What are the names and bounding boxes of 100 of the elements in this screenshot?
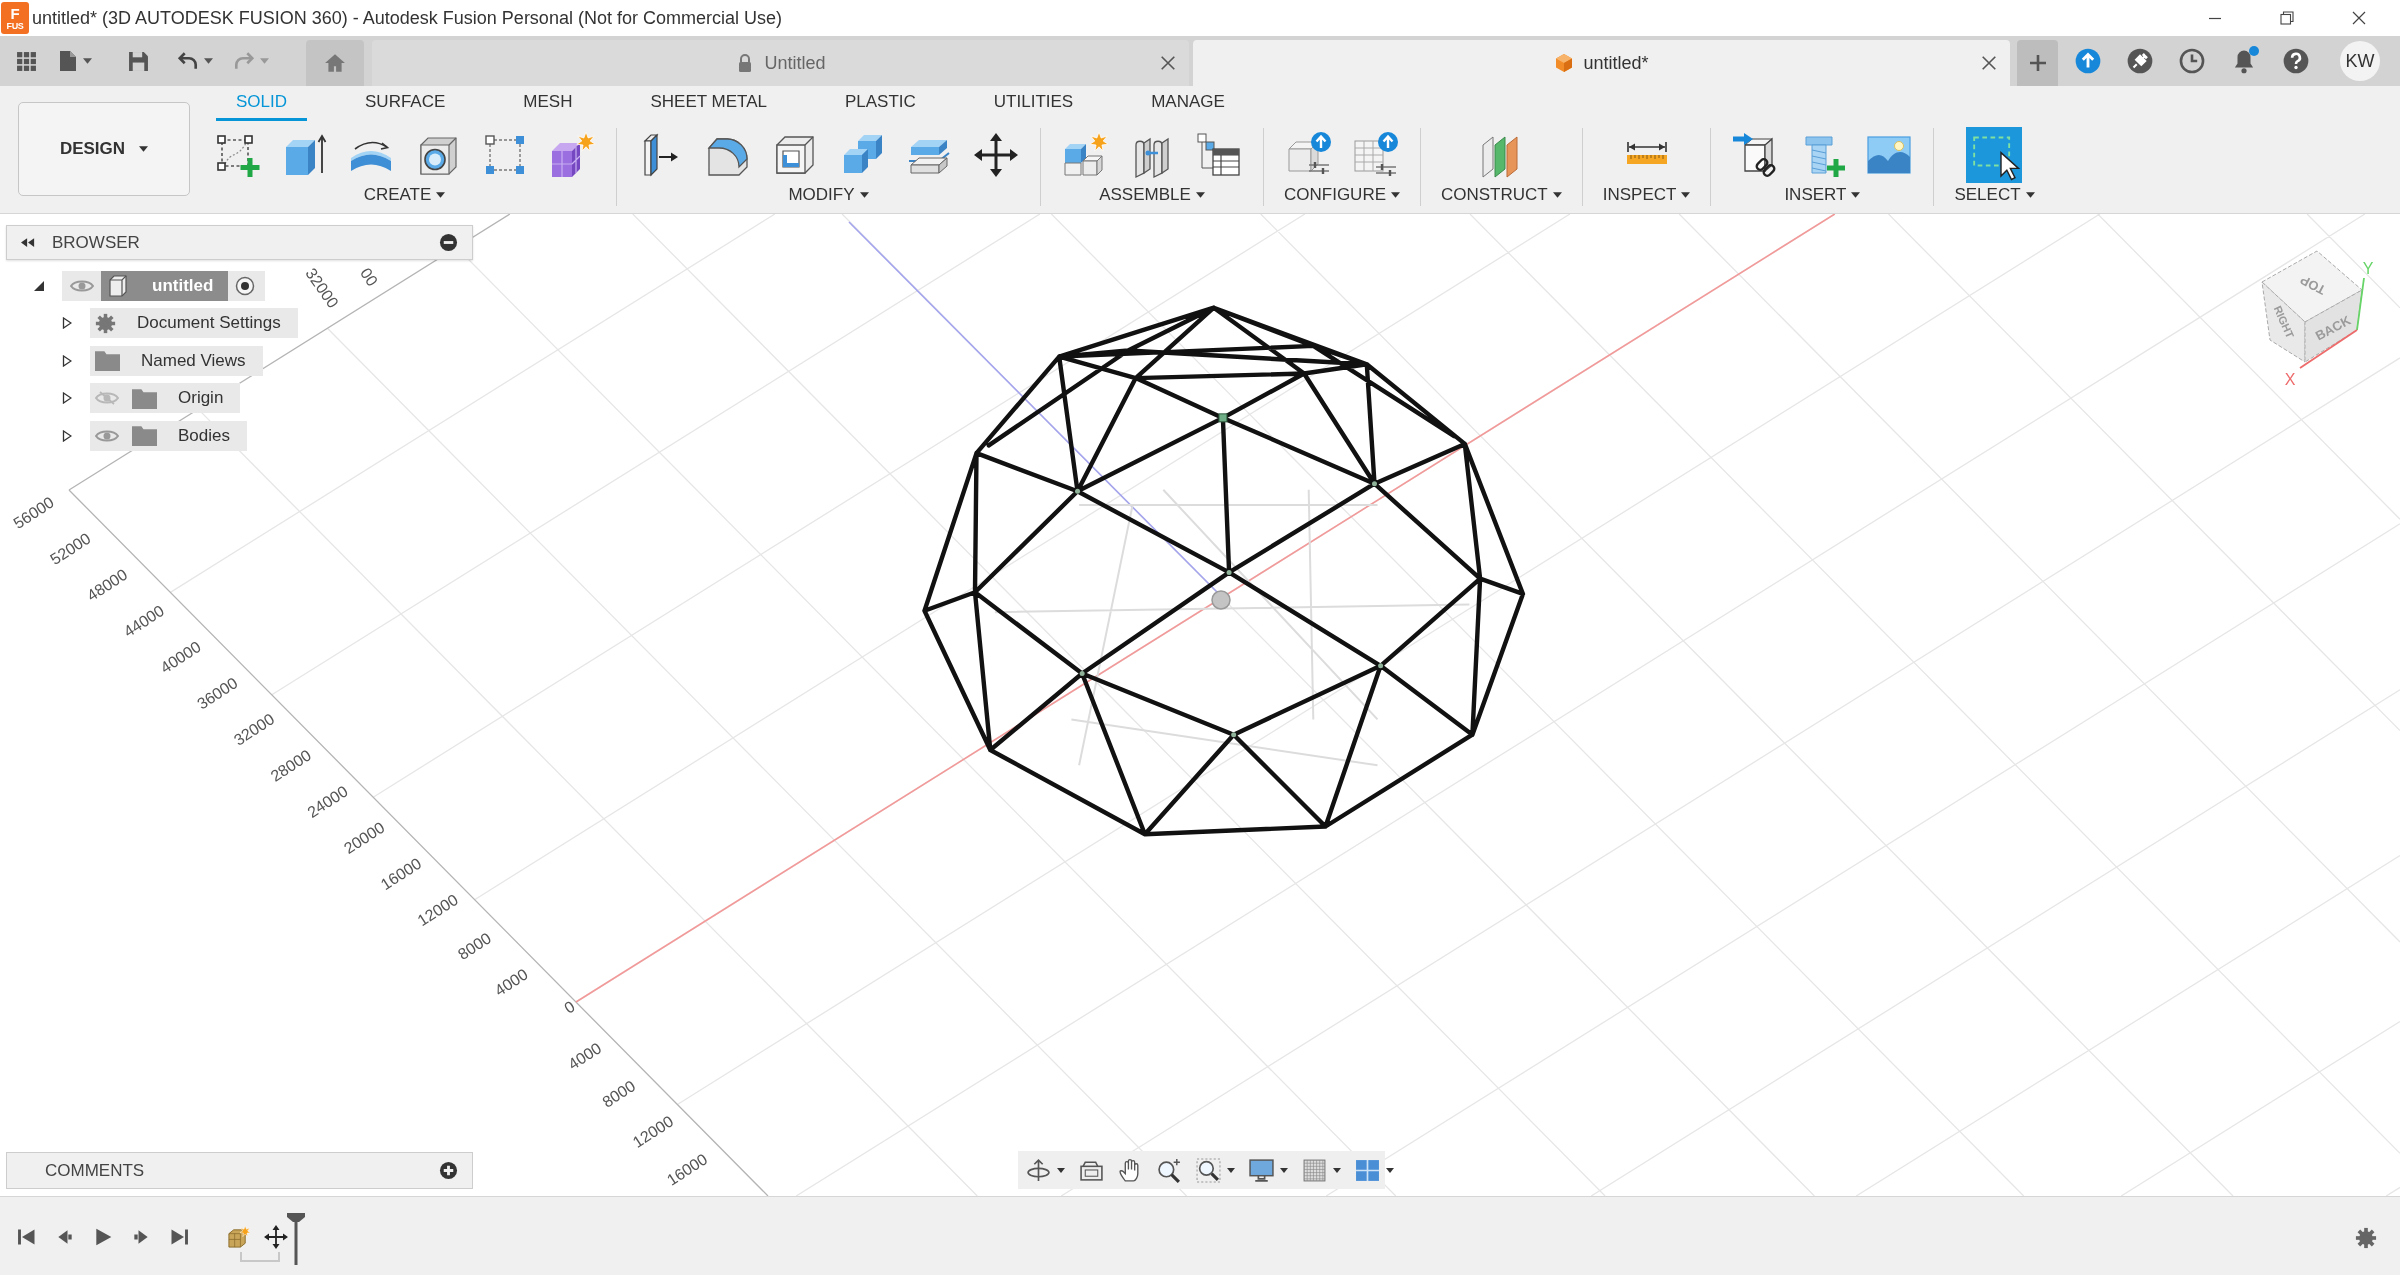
caret-icon — [1195, 192, 1205, 198]
caret-icon[interactable] — [1333, 1167, 1341, 1173]
tree-item[interactable]: Bodies — [90, 420, 247, 451]
bracket-icon — [240, 1252, 280, 1263]
axis-label: X — [2284, 370, 2296, 388]
grid-label: 00 — [356, 264, 382, 290]
toolbar-tab[interactable]: PLASTIC — [824, 86, 936, 121]
caret-icon — [436, 192, 446, 198]
caret-icon[interactable] — [1227, 1167, 1235, 1173]
user-avatar[interactable]: KW — [2340, 41, 2380, 81]
viewport-layout-icon[interactable] — [1355, 1157, 1380, 1183]
tool-group-menu[interactable]: INSERT — [1784, 184, 1861, 206]
cube-face-label: TOP — [2297, 272, 2329, 298]
caret-icon[interactable] — [1280, 1167, 1288, 1173]
tool-group-menu[interactable]: INSPECT — [1602, 184, 1691, 206]
tree-arrow-icon[interactable] — [62, 317, 72, 330]
caret-icon — [1391, 192, 1400, 198]
tree-arrow-icon[interactable] — [34, 280, 44, 292]
tree-arrow-icon[interactable] — [62, 354, 72, 367]
tree-item[interactable]: Document Settings — [90, 308, 298, 339]
zoom-window-icon[interactable] — [1196, 1157, 1221, 1183]
plug-icon[interactable] — [2127, 48, 2153, 74]
logo-letter: F — [10, 5, 20, 21]
monitor-icon[interactable] — [1249, 1157, 1274, 1183]
folder-icon — [132, 387, 157, 409]
home-tab[interactable] — [306, 40, 364, 86]
skip-end-icon[interactable] — [169, 1227, 189, 1247]
settings-icon[interactable] — [2355, 1227, 2377, 1249]
toolbar-tab[interactable]: MANAGE — [1131, 86, 1245, 121]
plus-icon — [2027, 53, 2048, 73]
tree-arrow-icon[interactable] — [62, 392, 72, 405]
move-icon[interactable] — [264, 1225, 288, 1249]
caret-icon — [2025, 192, 2035, 198]
close-icon[interactable] — [2351, 10, 2367, 26]
tool-group-menu[interactable]: MODIFY — [788, 184, 869, 206]
cube-sparkle-icon[interactable] — [227, 1225, 250, 1249]
play-icon[interactable] — [93, 1227, 113, 1247]
select-cursor-icon[interactable] — [1966, 127, 2023, 183]
folder-icon — [95, 350, 120, 372]
table-grid-icon[interactable] — [1195, 131, 1243, 179]
home-icon — [324, 52, 346, 74]
document-tab[interactable]: untitled* — [1193, 40, 2010, 86]
caret-icon — [1681, 192, 1691, 198]
table-upload-icon[interactable] — [1351, 131, 1400, 179]
new-tab-button[interactable] — [2017, 40, 2058, 86]
tool-group-menu[interactable]: CONSTRUCT — [1441, 184, 1562, 206]
caret-icon — [139, 146, 149, 152]
toolbar-tab[interactable]: UTILITIES — [973, 86, 1094, 121]
caret-icon — [859, 192, 869, 198]
cubes-sparkle-icon[interactable] — [1061, 131, 1109, 179]
caret-icon — [1851, 192, 1861, 198]
caret-icon[interactable] — [1057, 1167, 1065, 1173]
close-icon[interactable] — [1980, 54, 1998, 72]
toolbar-tab[interactable]: MESH — [503, 86, 593, 121]
clock-icon[interactable] — [2179, 48, 2205, 74]
axis-label: Y — [2362, 259, 2374, 277]
toolbar-tab[interactable]: SHEET METAL — [630, 86, 787, 121]
component-cube-icon — [108, 275, 128, 297]
timeline-marker-icon[interactable] — [287, 1213, 305, 1265]
collapse-icon[interactable] — [21, 238, 35, 247]
workspace-menu-button[interactable]: DESIGN — [18, 102, 190, 196]
zoom-in-icon[interactable] — [1157, 1157, 1182, 1183]
minus-circle-icon[interactable] — [439, 233, 458, 252]
file-icon[interactable] — [59, 50, 77, 72]
upload-icon[interactable] — [2075, 48, 2101, 74]
folder-icon — [132, 425, 157, 447]
caret-icon[interactable] — [1386, 1167, 1394, 1173]
panel-title: BROWSER — [52, 232, 140, 253]
orbit-icon[interactable] — [1026, 1157, 1051, 1183]
tool-group-menu[interactable]: ASSEMBLE — [1099, 184, 1205, 206]
caret-icon — [1552, 192, 1562, 198]
window-title: untitled* (3D AUTODESK FUSION 360) - Autodesk Fusion Personal (Not for Commercial Use) — [32, 7, 782, 29]
grid-label: 8000 — [599, 1077, 639, 1111]
grid-label: 0 — [561, 997, 578, 1017]
app-grid-icon[interactable] — [16, 50, 37, 72]
skip-start-icon[interactable] — [17, 1227, 37, 1247]
grid-icon[interactable] — [1302, 1157, 1327, 1183]
radio-icon[interactable] — [235, 276, 256, 296]
plus-circle-icon[interactable] — [439, 1161, 458, 1180]
move-icon[interactable] — [972, 131, 1020, 179]
view-cube[interactable] — [2261, 250, 2363, 363]
save-icon[interactable] — [128, 50, 149, 72]
restore-icon[interactable] — [2279, 10, 2295, 26]
logo-caption: FUS — [6, 21, 24, 31]
gear-icon — [95, 312, 116, 334]
toolbar-tab[interactable]: SURFACE — [345, 86, 466, 121]
tool-group-menu[interactable]: CONFIGURE — [1284, 184, 1400, 206]
close-icon[interactable] — [1159, 54, 1177, 72]
grid-label: 8000 — [454, 929, 495, 964]
grid-label: 4000 — [491, 965, 531, 1000]
grid-label: 4000 — [565, 1039, 605, 1073]
help-icon[interactable] — [2283, 48, 2309, 74]
tree-arrow-icon[interactable] — [62, 429, 72, 442]
document-tab[interactable]: Untitled — [372, 40, 1189, 86]
tree-item[interactable]: Origin — [90, 383, 241, 414]
tool-group-menu[interactable]: CREATE — [363, 184, 446, 206]
tool-group-menu[interactable]: SELECT — [1954, 184, 2035, 206]
undo-icon[interactable] — [177, 50, 199, 72]
panel-title: COMMENTS — [45, 1160, 145, 1181]
tree-item[interactable]: Named Views — [90, 345, 263, 376]
